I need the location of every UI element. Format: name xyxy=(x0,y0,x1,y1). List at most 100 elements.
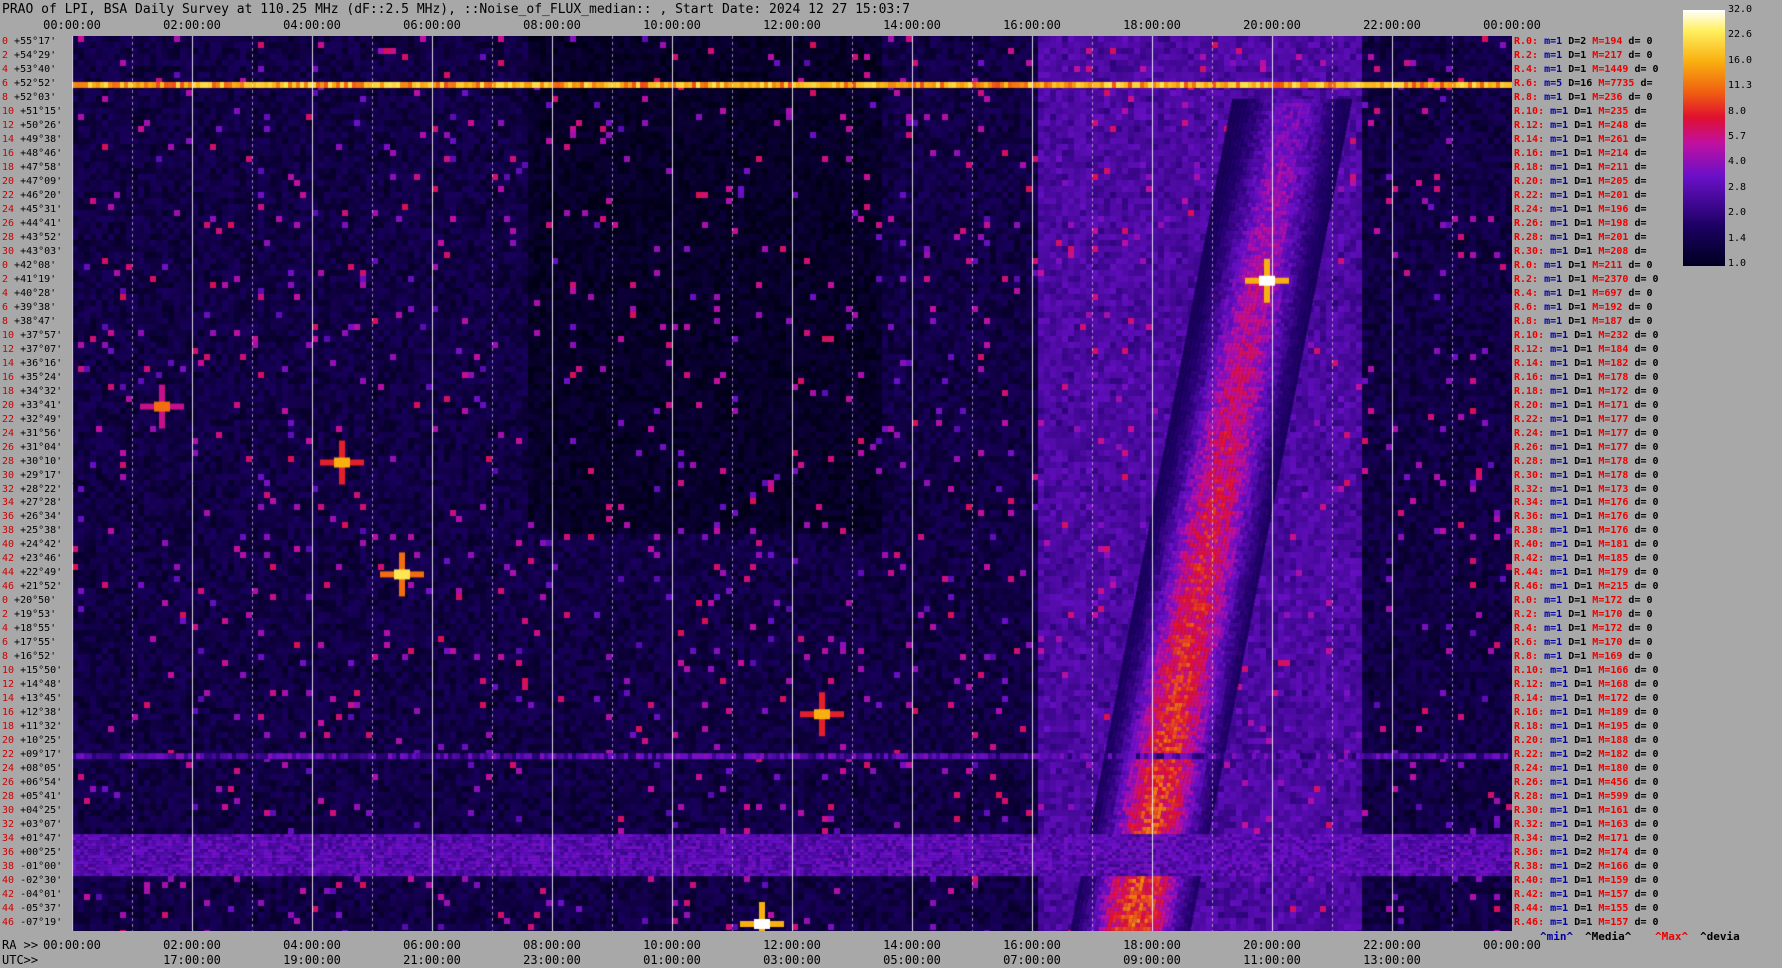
dec-value: +32°49' xyxy=(20,413,63,425)
row-stat: R.0: m=1 D=1 M=211 d= 0 xyxy=(1514,260,1653,271)
row-stat-d: d= 0 xyxy=(1628,36,1653,47)
row-stat-m: m=1 xyxy=(1544,637,1569,649)
row-stat-d: D=1 xyxy=(1574,427,1599,439)
dec-value: +41°19' xyxy=(14,273,57,285)
dec-index: 34 xyxy=(2,497,21,509)
dec-value: +31°56' xyxy=(20,427,63,439)
row-stat-d: D=1 xyxy=(1568,595,1593,607)
row-stat: R.26: m=1 D=1 M=198 d= xyxy=(1514,217,1646,229)
row-stat-r: R.44: xyxy=(1514,567,1551,579)
dec-value: +22°49' xyxy=(20,567,63,579)
row-stat-d: D=1 xyxy=(1568,315,1593,327)
row-stat: R.46: m=1 D=1 M=215 d= 0 xyxy=(1514,582,1659,592)
row-stat-r: R.8: xyxy=(1514,651,1545,663)
row-stat-m: m=1 xyxy=(1550,147,1575,159)
row-stat-m: M=155 xyxy=(1598,903,1635,915)
chart-title: PRAO of LPI, BSA Daily Survey at 110.25 … xyxy=(2,2,910,17)
row-stat-d: d= xyxy=(1634,161,1647,173)
row-stat-m: M=211 xyxy=(1598,161,1635,173)
ra-tick-label: 00:00:00 xyxy=(1483,18,1541,32)
row-stat-d: d= xyxy=(1634,147,1647,159)
row-stat-d: d= 0 xyxy=(1628,623,1653,635)
row-stat-m: m=1 xyxy=(1544,609,1569,621)
row-stat-d: D=1 xyxy=(1574,105,1599,117)
row-stat-m: m=1 xyxy=(1544,287,1569,299)
row-stat-r: R.30: xyxy=(1514,245,1551,257)
row-stat: R.16: m=1 D=1 M=178 d= 0 xyxy=(1514,372,1659,383)
row-stat-r: R.14: xyxy=(1514,693,1551,705)
dec-index: 4 xyxy=(2,63,15,75)
dec-index: 28 xyxy=(2,231,21,243)
row-stat-m: m=1 xyxy=(1544,651,1569,663)
row-stat-m: M=235 xyxy=(1598,105,1635,117)
row-stat-d: D=1 xyxy=(1574,511,1599,523)
row-stat-m: M=261 xyxy=(1598,133,1635,145)
row-stat-d: d= 0 xyxy=(1634,497,1659,509)
row-stat-r: R.0: xyxy=(1514,595,1545,607)
row-stat-m: M=215 xyxy=(1598,581,1635,593)
legend-median: ^Media^ xyxy=(1585,930,1632,943)
declination-label: 8 +16°52' xyxy=(2,652,56,662)
row-stat-d: d= 0 xyxy=(1634,763,1659,775)
declination-label: 26 +31°04' xyxy=(2,442,62,453)
declination-label: 2 +19°53' xyxy=(2,610,56,620)
row-stat-r: R.32: xyxy=(1514,819,1551,831)
row-stat-d: d= xyxy=(1634,133,1647,145)
row-stat: R.4: m=1 D=1 M=697 d= 0 xyxy=(1514,287,1653,299)
dec-value: +05°41' xyxy=(20,791,63,803)
row-stat-d: D=1 xyxy=(1574,203,1599,215)
dec-value: +52°03' xyxy=(14,91,57,103)
row-stat-m: m=1 xyxy=(1544,36,1569,47)
dec-value: +24°42' xyxy=(20,539,63,551)
row-stat-d: D=1 xyxy=(1574,539,1599,551)
row-stat-m: M=196 xyxy=(1598,203,1635,215)
dec-index: 22 xyxy=(2,749,21,761)
row-stat-d: D=1 xyxy=(1574,917,1599,929)
row-stat-d: D=1 xyxy=(1574,581,1599,593)
row-stat: R.12: m=1 D=1 M=248 d= xyxy=(1514,120,1646,131)
row-stat-d: D=1 xyxy=(1574,441,1599,453)
declination-label: 0 +20°50' xyxy=(2,596,56,606)
row-stat-d: d= 0 xyxy=(1634,329,1659,341)
dec-index: 24 xyxy=(2,427,21,439)
dec-value: -04°01' xyxy=(20,889,63,901)
row-stat-m: m=1 xyxy=(1550,217,1575,229)
row-stat: R.30: m=1 D=1 M=161 d= 0 xyxy=(1514,806,1659,816)
row-stat-d: D=1 xyxy=(1574,819,1599,831)
dec-value: +53°40' xyxy=(14,63,57,75)
ra-tick-label: 00:00:00 xyxy=(43,938,101,952)
row-stat-r: R.4: xyxy=(1514,63,1545,75)
row-stat-d: D=1 xyxy=(1574,385,1599,397)
row-stat-m: M=205 xyxy=(1598,175,1635,187)
row-stat-d: d= 0 xyxy=(1628,301,1653,313)
declination-label: 22 +09°17' xyxy=(2,750,62,760)
row-stat: R.0: m=1 D=2 M=194 d= 0 xyxy=(1514,37,1653,47)
row-stat-m: m=1 xyxy=(1550,525,1575,537)
dec-index: 8 xyxy=(2,651,15,663)
row-stat-r: R.20: xyxy=(1514,399,1551,411)
dec-value: +43°52' xyxy=(20,231,63,243)
declination-label: 26 +44°41' xyxy=(2,218,62,229)
row-stat-d: D=2 xyxy=(1574,833,1599,845)
ra-tick-label: 12:00:00 xyxy=(763,938,821,952)
declination-label: 44 +22°49' xyxy=(2,568,62,578)
row-stat-m: M=174 xyxy=(1598,847,1635,859)
row-stat-r: R.44: xyxy=(1514,903,1551,915)
utc-tick-label: 13:00:00 xyxy=(1363,953,1421,967)
row-stat-m: m=1 xyxy=(1550,413,1575,425)
declination-label: 22 +46°20' xyxy=(2,190,62,201)
row-stat-d: d= 0 xyxy=(1628,49,1653,61)
row-stat-m: m=1 xyxy=(1550,105,1575,117)
row-stats-column: R.0: m=1 D=2 M=194 d= 0 R.2: m=1 D=1 M=21… xyxy=(1514,36,1684,931)
row-stat-m: M=192 xyxy=(1592,301,1629,313)
row-stat-m: M=599 xyxy=(1598,791,1635,803)
declination-label: 46 +21°52' xyxy=(2,582,62,592)
row-stat: R.44: m=1 D=1 M=155 d= 0 xyxy=(1514,904,1659,914)
declination-label: 22 +32°49' xyxy=(2,413,63,425)
dec-index: 6 xyxy=(2,637,15,649)
row-stat-m: M=1449 xyxy=(1592,63,1635,75)
heatmap-plot[interactable] xyxy=(72,36,1512,931)
declination-label: 12 +37°07' xyxy=(2,344,62,355)
row-stat-d: D=1 xyxy=(1574,217,1599,229)
row-stat-d: d= 0 xyxy=(1628,287,1653,299)
